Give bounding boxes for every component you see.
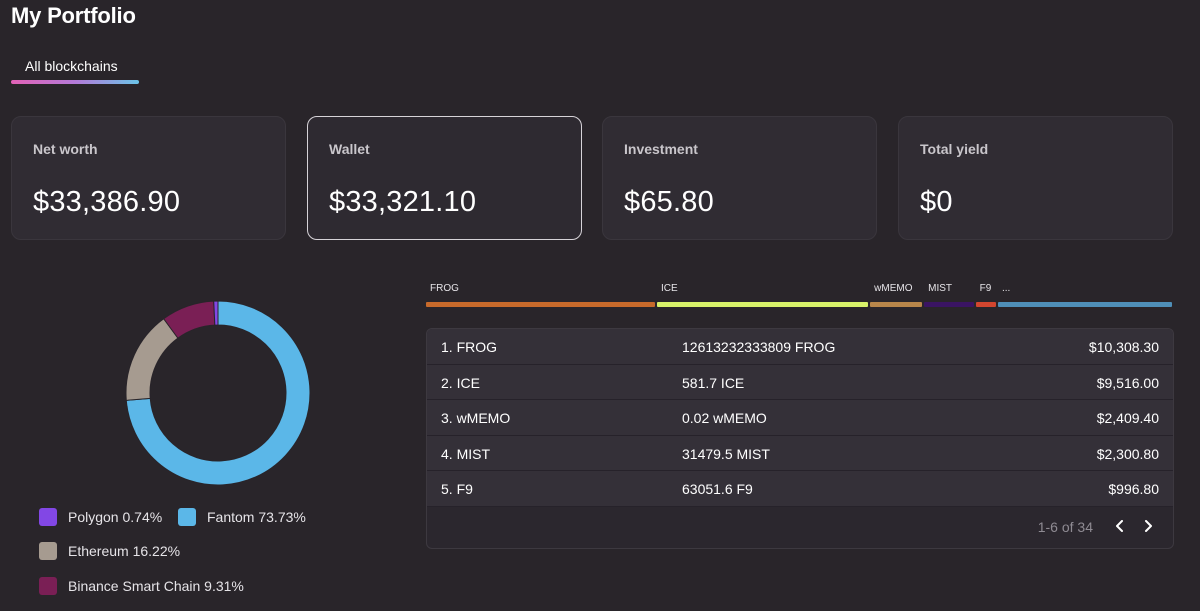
legend-label: Fantom 73.73%	[207, 509, 306, 525]
token-value: $2,300.80	[1096, 445, 1159, 462]
token-name: 1. FROG	[441, 339, 498, 355]
token-amount: 31479.5 MIST	[682, 445, 770, 462]
wallet-card[interactable]: Wallet $33,321.10	[307, 116, 582, 240]
legend-label: Binance Smart Chain 9.31%	[68, 578, 244, 594]
net-worth-card[interactable]: Net worth $33,386.90	[11, 116, 286, 240]
token-name: 4. MIST	[441, 445, 491, 462]
card-value: $65.80	[624, 186, 714, 218]
token-amount: 63051.6 F9	[682, 481, 753, 497]
table-row[interactable]: 1. FROG 12613232333809 FROG $10,308.30	[427, 329, 1173, 365]
legend-item-polygon[interactable]: Polygon 0.74%	[39, 508, 162, 526]
chevron-right-icon	[1145, 520, 1152, 532]
card-label: Investment	[624, 141, 698, 157]
chain-allocation-donut	[118, 293, 318, 493]
card-value: $33,321.10	[329, 186, 477, 218]
legend-swatch	[39, 542, 57, 560]
previous-page-button[interactable]	[1109, 515, 1131, 537]
table-row[interactable]: 5. F9 63051.6 F9 $996.80	[427, 471, 1173, 507]
donut-slice-1[interactable]	[125, 318, 179, 401]
investment-card[interactable]: Investment $65.80	[602, 116, 877, 240]
legend-swatch	[39, 577, 57, 595]
legend-swatch	[39, 508, 57, 526]
token-bar-segment-5[interactable]	[998, 302, 1172, 307]
pagination-status: 1-6 of 34	[1037, 519, 1093, 535]
card-label: Wallet	[329, 141, 370, 157]
token-value: $9,516.00	[1096, 374, 1159, 391]
token-value: $10,308.30	[1088, 339, 1159, 355]
card-value: $0	[920, 186, 953, 218]
legend-swatch	[178, 508, 196, 526]
donut-slice-3[interactable]	[213, 300, 219, 326]
tab-label: All blockchains	[25, 58, 118, 74]
token-bar-label-2: wMEMO	[874, 283, 913, 294]
token-bar-label-1: ICE	[660, 283, 678, 294]
token-bar-label-0: FROG	[430, 283, 459, 294]
legend-label: Polygon 0.74%	[68, 509, 163, 525]
table-row[interactable]: 2. ICE 581.7 ICE $9,516.00	[427, 364, 1173, 400]
legend-item-fantom[interactable]: Fantom 73.73%	[178, 508, 306, 526]
card-value: $33,386.90	[33, 186, 181, 218]
tab-all-blockchains[interactable]: All blockchains	[11, 52, 139, 85]
next-page-button[interactable]	[1137, 515, 1159, 537]
token-bar-label-4: F9	[979, 283, 992, 294]
token-allocation-bar	[426, 302, 1174, 307]
token-bar-label-5: ...	[1002, 283, 1011, 294]
chevron-left-icon	[1116, 520, 1123, 532]
token-amount: 581.7 ICE	[682, 374, 745, 391]
token-name: 2. ICE	[441, 374, 480, 391]
table-row[interactable]: 4. MIST 31479.5 MIST $2,300.80	[427, 435, 1173, 471]
legend-label: Ethereum 16.22%	[68, 543, 181, 559]
legend-item-binance-smart-chain[interactable]: Binance Smart Chain 9.31%	[39, 577, 244, 595]
card-label: Total yield	[920, 141, 989, 157]
token-bar-segment-3[interactable]	[924, 302, 974, 307]
legend-item-ethereum[interactable]: Ethereum 16.22%	[39, 542, 180, 560]
token-bar-segment-2[interactable]	[870, 302, 923, 307]
tab-active-indicator	[11, 80, 139, 84]
token-bar-labels: FROG ICE wMEMO MIST F9...	[426, 283, 1174, 297]
holdings-table: 1. FROG 12613232333809 FROG $10,308.30 2…	[426, 328, 1174, 549]
token-bar-segment-4[interactable]	[975, 302, 996, 307]
card-label: Net worth	[33, 141, 98, 157]
token-value: $2,409.40	[1096, 410, 1159, 426]
page-title: My Portfolio	[11, 3, 136, 28]
token-name: 5. F9	[441, 481, 473, 497]
token-bar-segment-0[interactable]	[426, 302, 655, 307]
token-amount: 12613232333809 FROG	[682, 339, 836, 355]
total-yield-card[interactable]: Total yield $0	[898, 116, 1173, 240]
token-bar-segment-1[interactable]	[656, 302, 869, 307]
token-name: 3. wMEMO	[441, 410, 511, 426]
token-amount: 0.02 wMEMO	[682, 410, 767, 426]
token-value: $996.80	[1108, 481, 1159, 497]
token-bar-label-3: MIST	[928, 283, 952, 294]
table-row[interactable]: 3. wMEMO 0.02 wMEMO $2,409.40	[427, 400, 1173, 436]
